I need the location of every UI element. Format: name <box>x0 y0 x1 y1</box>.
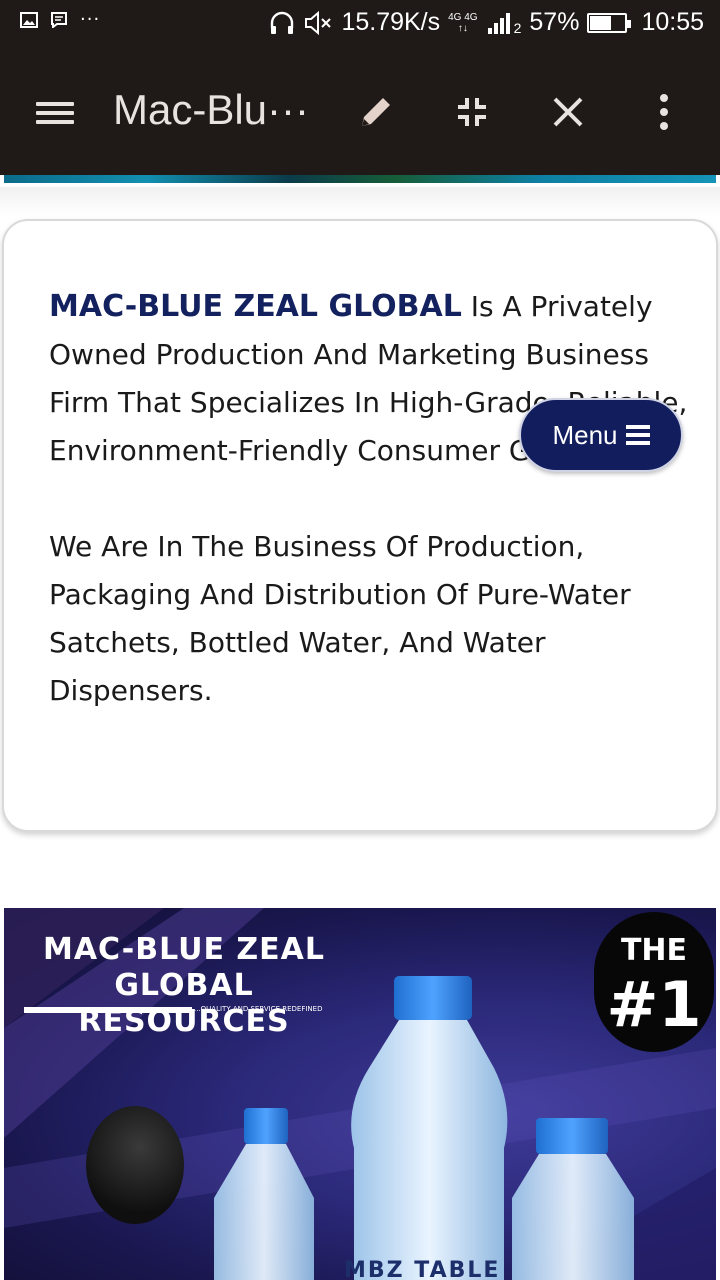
section-divider <box>0 187 720 217</box>
hamburger-icon[interactable] <box>36 98 76 128</box>
hamburger-line <box>625 425 650 429</box>
data-arrows-icon: ↑↓ <box>457 22 468 34</box>
kebab-icon[interactable] <box>642 90 686 134</box>
hamburger-line <box>36 102 74 106</box>
more-dots-icon: ··· <box>80 9 101 30</box>
decorative-ball <box>86 1106 184 1224</box>
network-speed: 15.79K/s <box>341 8 441 36</box>
close-glyph <box>553 97 583 127</box>
status-left-icons: ··· <box>20 9 101 30</box>
menu-button[interactable]: Menu <box>519 398 683 472</box>
hamburger-line <box>36 111 74 115</box>
banner-title: MAC-BLUE ZEAL GLOBAL RESOURCES <box>24 932 344 1040</box>
hamburger-icon <box>625 425 650 445</box>
product-banner: MAC-BLUE ZEAL GLOBAL RESOURCES ...QUALIT… <box>4 908 716 1280</box>
about-text: MAC-BLUE ZEAL GLOBAL Is A Privately Owne… <box>49 283 689 715</box>
bottle-label: MBZ TABLE <box>344 1258 501 1280</box>
badge-line-2: #1 <box>606 968 702 1041</box>
network-type: 4G 4G ↑↓ <box>448 11 478 34</box>
kebab-glyph <box>660 94 668 130</box>
hamburger-line <box>625 441 650 445</box>
headphones-icon <box>271 11 294 34</box>
banner-title-line-1: MAC-BLUE ZEAL <box>42 932 326 967</box>
number-one-badge: THE #1 <box>594 912 714 1052</box>
banner-title-line-2: GLOBAL RESOURCES <box>78 968 290 1039</box>
status-right: 15.79K/s 4G 4G ↑↓ 2 57% 10:55 <box>269 8 704 37</box>
hamburger-line <box>36 120 74 124</box>
signal-icon <box>487 12 510 34</box>
brand-name: MAC-BLUE ZEAL GLOBAL <box>49 289 462 324</box>
hamburger-line <box>625 433 650 437</box>
app-toolbar: Mac-Blu··· <box>0 50 720 175</box>
about-paragraph-2: We Are In The Business Of Production, Pa… <box>49 530 631 707</box>
pencil-glyph <box>362 98 390 126</box>
battery-fill <box>590 15 611 30</box>
battery-icon <box>587 12 632 33</box>
close-icon[interactable] <box>546 90 590 134</box>
pencil-icon[interactable] <box>354 90 398 134</box>
banner-underline <box>24 1007 192 1013</box>
status-bar: ··· 15.79K/s 4G 4G ↑↓ 2 57% 10:55 <box>0 0 720 50</box>
page-title: Mac-Blu··· <box>113 86 309 133</box>
hero-image-band <box>4 175 716 183</box>
sim-slot: 2 <box>513 20 522 36</box>
hero-image-strip <box>0 175 720 187</box>
battery-percent: 57% <box>529 8 580 36</box>
banner-tagline: ...QUALITY AND SERVICE REDEFINED <box>194 1005 323 1013</box>
mute-icon <box>305 10 332 35</box>
badge-line-1: THE <box>620 933 688 968</box>
about-card: MAC-BLUE ZEAL GLOBAL Is A Privately Owne… <box>2 219 718 832</box>
shrink-glyph <box>458 98 486 126</box>
shrink-icon[interactable] <box>450 90 494 134</box>
menu-button-label: Menu <box>552 419 618 450</box>
image-icon <box>20 12 38 28</box>
message-icon <box>51 12 67 28</box>
clock: 10:55 <box>641 8 704 36</box>
